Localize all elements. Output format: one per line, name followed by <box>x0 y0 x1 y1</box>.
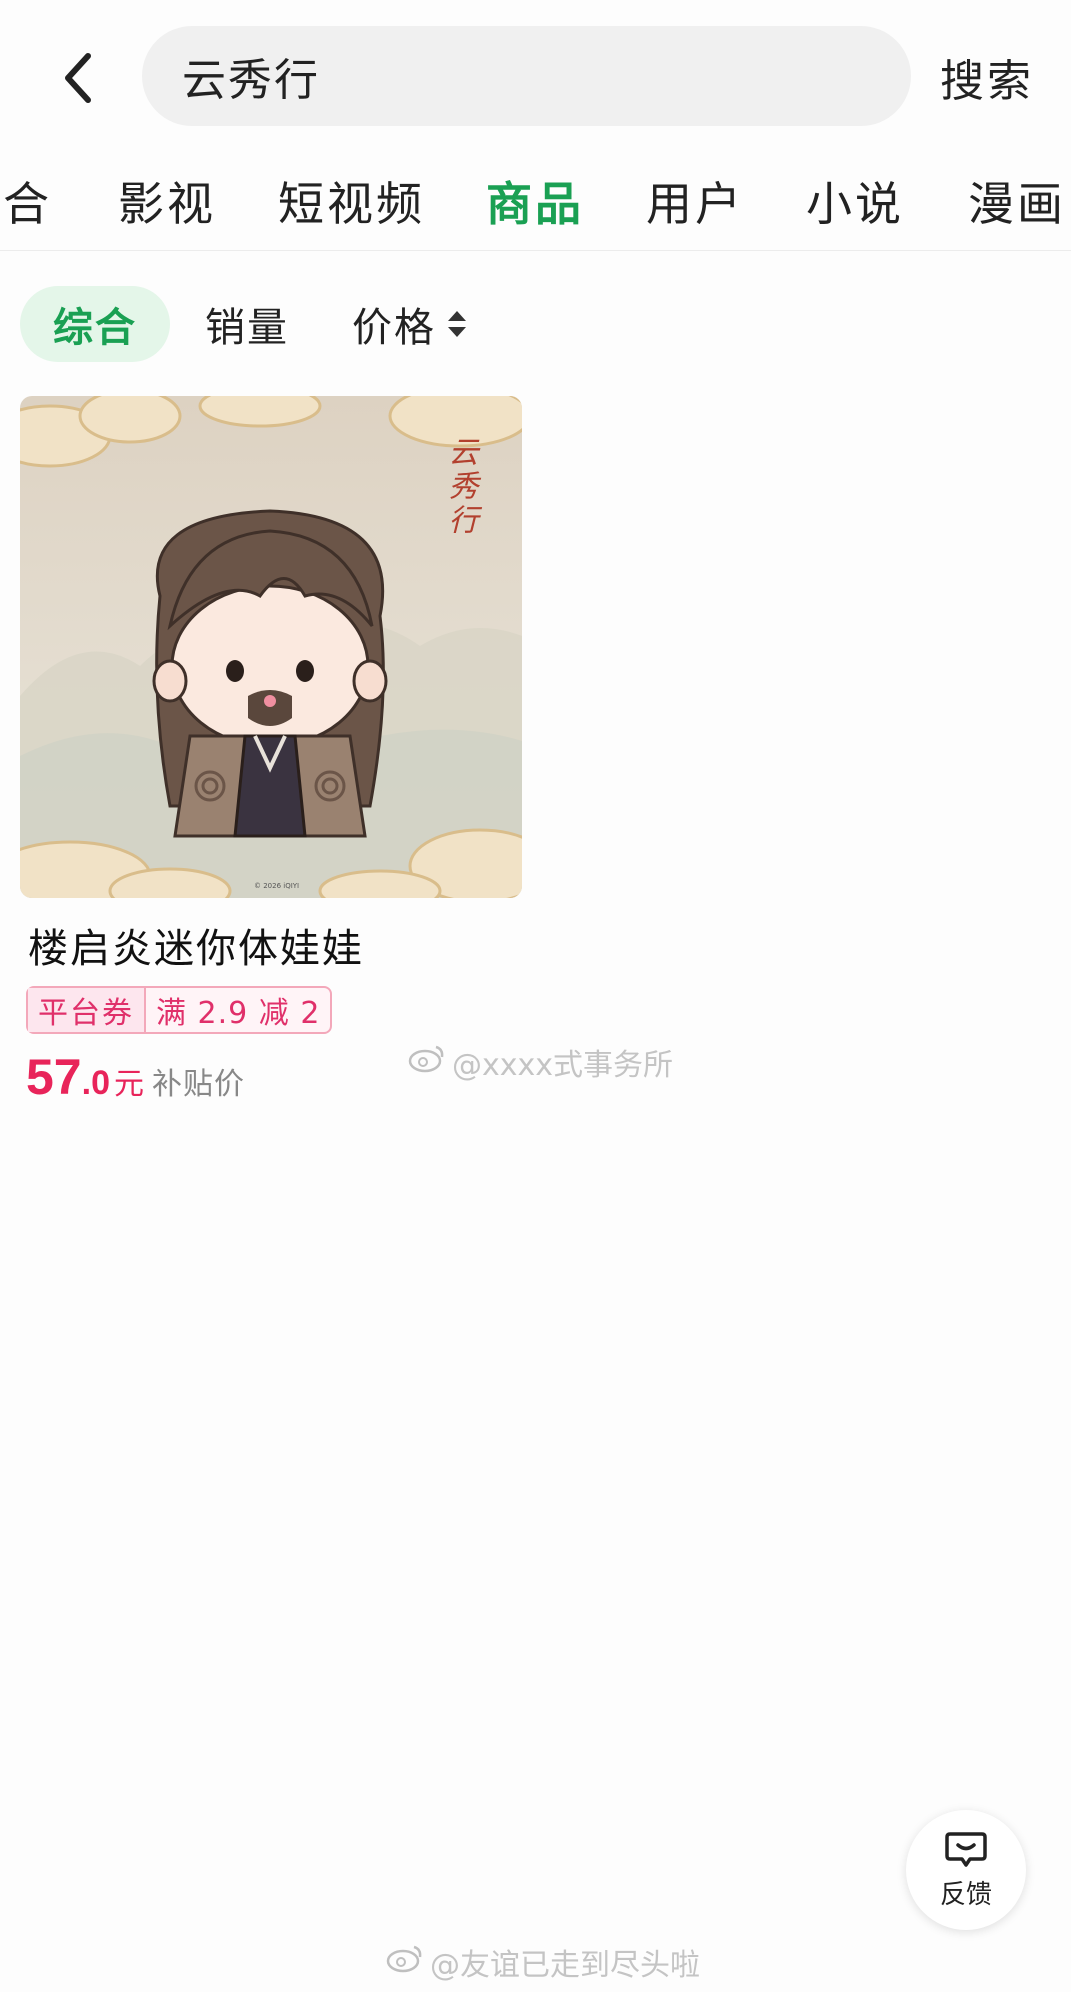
product-title[interactable]: 楼启炎迷你体娃娃 <box>28 916 364 974</box>
search-button[interactable]: 搜索 <box>940 45 1034 109</box>
filter-sales-label: 销量 <box>205 305 289 351</box>
top-bar: 云秀行 搜索 <box>0 0 1071 150</box>
watermark-bottom: @友谊已走到尽头啦 <box>386 1940 700 1984</box>
price-decimal: .0 <box>81 1064 110 1102</box>
watermark-bottom-text: @友谊已走到尽头啦 <box>430 1948 700 1983</box>
filter-sales[interactable]: 销量 <box>205 286 289 362</box>
feedback-button[interactable]: 反馈 <box>906 1810 1026 1930</box>
coupon-rule: 满 2.9 减 2 <box>156 996 321 1031</box>
tab-comprehensive[interactable]: 综合 <box>0 168 52 234</box>
tab-novels[interactable]: 小说 <box>806 168 904 234</box>
coupon-badge: 平台券 满 2.9 减 2 <box>26 986 333 1034</box>
category-tabs: 综合 影视 短视频 商品 用户 小说 漫画 <box>0 150 1071 251</box>
watermark-top-text: @xxxx式事务所 <box>452 1048 674 1083</box>
chibi-doll-illustration: 云秀行 © 2026 iQIYI <box>20 396 522 898</box>
coupon-type: 平台券 <box>28 988 146 1032</box>
feedback-label: 反馈 <box>939 1879 992 1910</box>
tab-products[interactable]: 商品 <box>486 168 584 234</box>
tab-short-video[interactable]: 短视频 <box>278 168 425 234</box>
chevron-left-icon <box>65 53 91 103</box>
back-button[interactable] <box>48 48 108 108</box>
feedback-icon <box>945 1831 987 1867</box>
tab-film[interactable]: 影视 <box>118 168 216 234</box>
tab-users[interactable]: 用户 <box>646 168 744 234</box>
tab-comics[interactable]: 漫画 <box>968 168 1066 234</box>
price-unit: 元 <box>113 1067 144 1102</box>
filter-price-label: 价格 <box>352 305 436 351</box>
sort-arrows-icon <box>446 309 468 339</box>
filter-comprehensive[interactable]: 综合 <box>20 286 170 362</box>
weibo-icon <box>408 1043 446 1081</box>
search-query-text: 云秀行 <box>182 55 320 106</box>
filter-bar: 综合 销量 价格 <box>0 282 1071 362</box>
watermark-top: @xxxx式事务所 <box>408 1040 673 1084</box>
image-copyright: © 2026 iQIYI <box>254 882 299 890</box>
filter-comprehensive-label: 综合 <box>53 305 137 351</box>
weibo-icon <box>386 1943 424 1981</box>
image-logo: 云秀行 <box>443 436 478 538</box>
filter-price[interactable]: 价格 <box>352 286 468 362</box>
price-row: 57 .0 元 补贴价 <box>26 1048 245 1106</box>
product-card[interactable]: 云秀行 © 2026 iQIYI 楼启炎迷你体娃娃 平台券 满 2.9 减 2 … <box>20 396 524 1116</box>
price-note: 补贴价 <box>151 1067 245 1102</box>
search-input[interactable]: 云秀行 <box>142 26 911 126</box>
price-integer: 57 <box>26 1049 82 1105</box>
product-image[interactable]: 云秀行 © 2026 iQIYI <box>20 396 522 898</box>
